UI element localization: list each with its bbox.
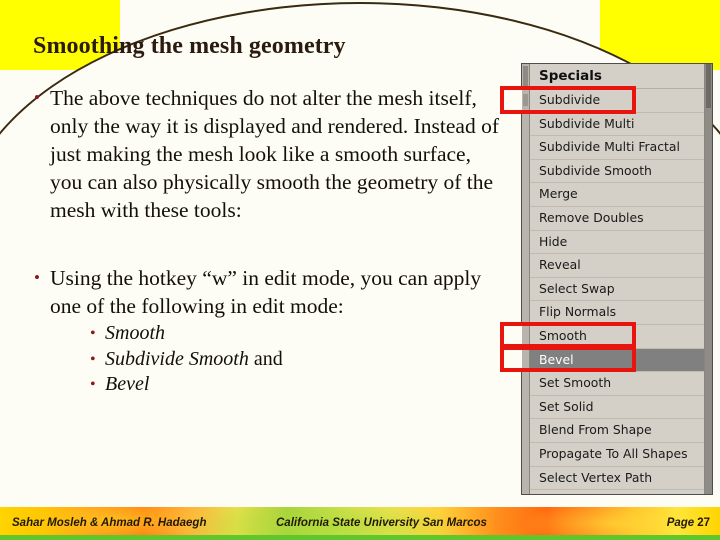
list-item: • Smooth <box>30 321 500 347</box>
annotation-box-bevel <box>500 346 636 372</box>
annotation-box-smooth <box>500 322 636 348</box>
menu-scrollbar-right[interactable] <box>704 64 712 494</box>
menu-item[interactable]: Reveal <box>530 254 704 278</box>
list-item: • Subdivide Smooth and <box>30 347 500 373</box>
sub-bullet-text: Bevel <box>105 373 150 395</box>
bullet-dot-icon: • <box>34 88 40 107</box>
footer-page-label: Page <box>666 517 695 529</box>
menu-item[interactable]: Propagate To All Shapes <box>530 442 704 467</box>
specials-menu-panel[interactable]: Specials Subdivide Subdivide Multi Subdivi… <box>521 63 713 495</box>
slide-canvas: Smoothing the mesh geometry • The above … <box>0 0 720 540</box>
list-item: • Using the hotkey “w” in edit mode, you… <box>30 264 500 320</box>
menu-item[interactable]: Select Vertex Path <box>530 466 704 491</box>
list-item: • Bevel <box>30 372 500 398</box>
menu-item-list: Specials Subdivide Subdivide Multi Subdivi… <box>530 64 704 494</box>
menu-item[interactable]: Set Smooth <box>530 372 704 396</box>
annotation-box-subdivide <box>500 86 636 114</box>
menu-item[interactable]: Set Solid <box>530 395 704 420</box>
sub-bullet-text: Subdivide Smooth <box>105 347 249 370</box>
slide-content: Smoothing the mesh geometry • The above … <box>0 0 720 540</box>
scrollbar-thumb[interactable] <box>706 64 711 108</box>
menu-item[interactable]: Select Swap <box>530 277 704 302</box>
footer-text-layer: Sahar Mosleh & Ahmad R. Hadaegh Californ… <box>0 507 720 540</box>
menu-scrollbar-left[interactable] <box>522 64 530 494</box>
bullet-dot-icon: • <box>34 268 40 287</box>
bullet-text: Using the hotkey “w” in edit mode, you c… <box>50 266 482 318</box>
bullet-block-1: • The above techniques do not alter the … <box>30 84 500 224</box>
list-item: • The above techniques do not alter the … <box>30 84 500 224</box>
menu-item[interactable]: Subdivide Smooth <box>530 159 704 184</box>
slide-footer: Sahar Mosleh & Ahmad R. Hadaegh Californ… <box>0 507 720 540</box>
sub-bullet-suffix: and <box>248 347 283 370</box>
bullet-dot-icon: • <box>90 325 96 342</box>
menu-item[interactable]: Remove Doubles <box>530 206 704 231</box>
footer-authors: Sahar Mosleh & Ahmad R. Hadaegh <box>12 517 207 529</box>
page-title: Smoothing the mesh geometry <box>33 33 346 59</box>
bullet-text: The above techniques do not alter the me… <box>50 86 499 222</box>
sub-bullet-list: • Smooth • Subdivide Smooth and • Bevel <box>30 321 500 398</box>
footer-page-number: 27 <box>697 517 710 529</box>
footer-institution: California State University San Marcos <box>276 517 487 529</box>
menu-item[interactable]: Hide <box>530 230 704 255</box>
footer-page: Page 27 <box>667 517 710 529</box>
sub-bullet-text: Smooth <box>105 322 165 344</box>
menu-item[interactable]: Blend From Shape <box>530 419 704 443</box>
bullet-block-2: • Using the hotkey “w” in edit mode, you… <box>30 264 500 398</box>
menu-item[interactable]: Merge <box>530 183 704 207</box>
menu-item[interactable]: Subdivide Multi Fractal <box>530 136 704 160</box>
bullet-dot-icon: • <box>90 350 96 368</box>
bullet-dot-icon: • <box>90 376 96 393</box>
menu-item[interactable]: Subdivide Multi <box>530 112 704 137</box>
